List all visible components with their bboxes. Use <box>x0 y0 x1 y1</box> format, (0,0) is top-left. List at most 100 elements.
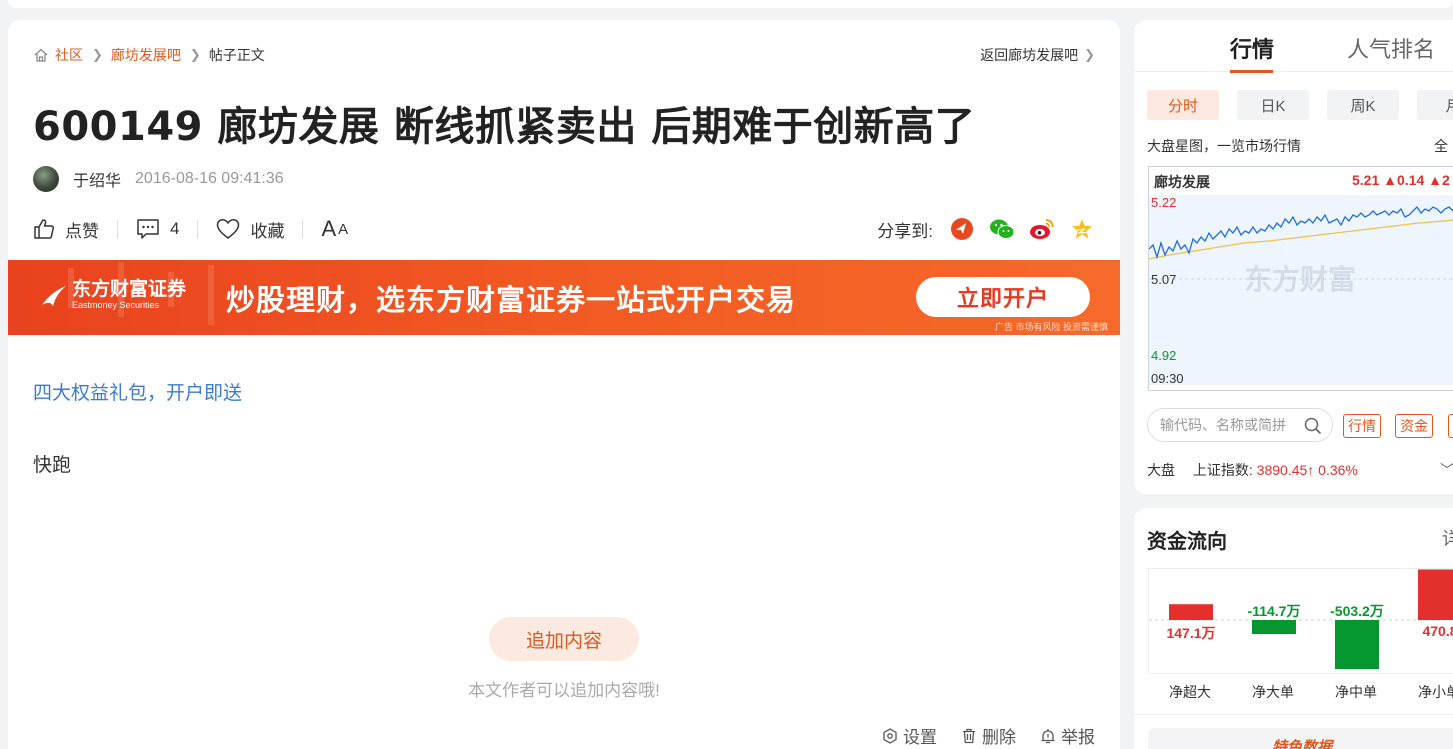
post-time: 2016-08-16 09:41:36 <box>135 170 284 187</box>
like-button[interactable]: 点赞 <box>33 217 99 242</box>
ad-disclaimer: 广告 市场有风险 投资需谨慎 <box>994 322 1108 332</box>
favorite-label: 收藏 <box>250 221 285 241</box>
post-card: 社区 ❯ 廊坊发展吧 ❯ 帖子正文 返回廊坊发展吧 ❯ 600149 廊坊发展 … <box>8 20 1120 749</box>
settings-icon <box>883 727 897 744</box>
search-icon[interactable] <box>1304 417 1322 435</box>
fund-flow-title: 资金流向 <box>1147 531 1227 553</box>
special-data-banner[interactable]: 特色数据 <box>1148 728 1453 749</box>
append-content-button[interactable]: 追加内容 <box>489 617 639 661</box>
avatar[interactable] <box>33 166 59 192</box>
delete-label: 删除 <box>982 728 1016 747</box>
chevron-right-icon: ❯ <box>189 47 201 62</box>
breadcrumb-current: 帖子正文 <box>208 47 265 63</box>
ad-banner[interactable]: 东方财富证券 Eastmoney Securities 炒股理财，选东方财富证券… <box>8 260 1120 335</box>
trash-icon <box>963 728 975 743</box>
fund-flow-more-link[interactable]: 详 <box>1442 525 1453 551</box>
back-label: 返回廊坊发展吧 <box>980 47 1079 63</box>
share-label: 分享到: <box>877 221 933 241</box>
back-to-forum-link[interactable]: 返回廊坊发展吧 ❯ <box>980 45 1095 65</box>
eastmoney-logo-icon <box>42 285 66 306</box>
flow-value-label: -503.2万 <box>1330 603 1384 619</box>
stock-search-input[interactable] <box>1160 417 1300 433</box>
chart-description: 大盘星图，一览市场行情 <box>1147 138 1301 154</box>
breadcrumb-home-link[interactable]: 社区 <box>55 45 83 65</box>
index-label: 大盘 <box>1147 462 1175 478</box>
post-actions: 设置 删除 举报 <box>882 723 1095 748</box>
breadcrumb-forum-link[interactable]: 廊坊发展吧 <box>111 45 181 65</box>
top-strip <box>8 0 1453 8</box>
settings-button[interactable]: 设置 <box>882 723 937 748</box>
index-value: 3890.45↑ 0.36% <box>1256 462 1358 478</box>
kline-tabs: 分时 日K 周K 月 <box>1147 90 1453 120</box>
market-panel: 行情 人气排名 分时 日K 周K 月 大盘星图，一览市场行情 全 东方财富 廊坊… <box>1134 20 1453 494</box>
comment-count: 4 <box>170 219 180 238</box>
banner-slogan: 炒股理财，选东方财富证券一站式开户交易 <box>226 285 797 317</box>
flow-bar-1 <box>1252 620 1296 634</box>
quick-market-button[interactable]: 行情 <box>1343 414 1381 438</box>
y-high-label: 5.22 <box>1151 195 1177 210</box>
flow-bar-2 <box>1335 620 1379 669</box>
thumbs-up-icon <box>34 219 55 239</box>
quick-more-button[interactable] <box>1448 414 1453 438</box>
market-tabs: 行情 人气排名 <box>1134 20 1453 73</box>
logo-en-text: Eastmoney Securities <box>72 300 160 310</box>
ktab-monthly[interactable]: 月 <box>1417 90 1453 120</box>
chevron-down-icon[interactable]: ﹀ <box>1440 460 1453 480</box>
comment-button[interactable]: 4 <box>136 218 179 240</box>
share-guba-icon[interactable] <box>949 216 975 242</box>
post-body: 快跑 <box>33 455 72 476</box>
quick-fund-button[interactable]: 资金 <box>1395 414 1433 438</box>
intraday-chart[interactable]: 东方财富 廊坊发展 5.21 ▲0.14 ▲2 5.22 5.07 4.92 0… <box>1148 166 1453 391</box>
tab-market[interactable]: 行情 <box>1230 32 1274 64</box>
ktab-intraday[interactable]: 分时 <box>1147 90 1219 120</box>
fund-flow-panel: 资金流向 详 147.1万 -114.7万 -503.2万 470.8 净超大 净大单 净… <box>1134 508 1453 749</box>
tab-underline <box>1230 70 1273 73</box>
flow-bar-3 <box>1418 569 1453 620</box>
ktab-daily[interactable]: 日K <box>1237 90 1309 120</box>
share-weibo-icon[interactable] <box>1029 216 1055 242</box>
chart-price-change: 5.21 ▲0.14 ▲2 <box>1352 172 1450 188</box>
divider <box>117 220 118 238</box>
divider <box>1134 714 1453 715</box>
x-start-label: 09:30 <box>1151 371 1184 386</box>
report-button[interactable]: 举报 <box>1040 723 1095 748</box>
eastmoney-securities-logo: 东方财富证券 Eastmoney Securities <box>40 280 186 311</box>
delete-button[interactable]: 删除 <box>961 723 1016 748</box>
author-name[interactable]: 于绍华 <box>73 167 121 191</box>
chart-stock-name: 廊坊发展 <box>1154 174 1210 190</box>
share-wechat-icon[interactable] <box>989 216 1015 242</box>
decor-candle <box>208 265 214 325</box>
breadcrumb: 社区 ❯ 廊坊发展吧 ❯ 帖子正文 <box>33 45 265 65</box>
home-icon[interactable] <box>33 47 49 63</box>
flow-value-label: 470.8 <box>1422 623 1453 639</box>
chart-watermark: 东方财富 <box>1244 263 1356 296</box>
chevron-right-icon: ❯ <box>92 47 103 62</box>
ktab-weekly[interactable]: 周K <box>1327 90 1399 120</box>
author-row: 于绍华 2016-08-16 09:41:36 <box>33 166 284 192</box>
flow-bar-0 <box>1169 604 1213 620</box>
flow-category-label: 净超大 <box>1169 684 1211 700</box>
flow-category-label: 净中单 <box>1335 684 1377 700</box>
flow-category-label: 净小单 <box>1418 684 1453 700</box>
tab-popularity[interactable]: 人气排名 <box>1347 32 1435 64</box>
divider <box>302 220 304 238</box>
flow-value-label: 147.1万 <box>1166 625 1216 641</box>
post-toolbar: 点赞 4 收藏 AA 分享到: <box>33 216 1095 242</box>
report-label: 举报 <box>1061 728 1095 747</box>
favorite-button[interactable]: 收藏 <box>216 217 284 242</box>
share-qzone-icon[interactable] <box>1069 216 1095 242</box>
chart-more-link[interactable]: 全 <box>1434 136 1448 156</box>
intraday-plot: 东方财富 <box>1149 195 1453 385</box>
alert-bell-icon <box>1041 728 1055 743</box>
open-account-button[interactable]: 立即开户 <box>916 277 1090 317</box>
y-mid-label: 5.07 <box>1151 272 1177 287</box>
heart-icon <box>217 219 240 239</box>
font-small-glyph: A <box>338 220 349 238</box>
font-size-toggle[interactable]: AA <box>321 216 348 242</box>
append-tip: 本文作者可以追加内容哦! <box>468 681 660 700</box>
divider <box>197 220 199 238</box>
comment-icon <box>137 219 159 239</box>
promo-link[interactable]: 四大权益礼包，开户即送 <box>33 378 242 405</box>
y-low-label: 4.92 <box>1151 348 1177 363</box>
font-big-glyph: A <box>321 216 337 241</box>
